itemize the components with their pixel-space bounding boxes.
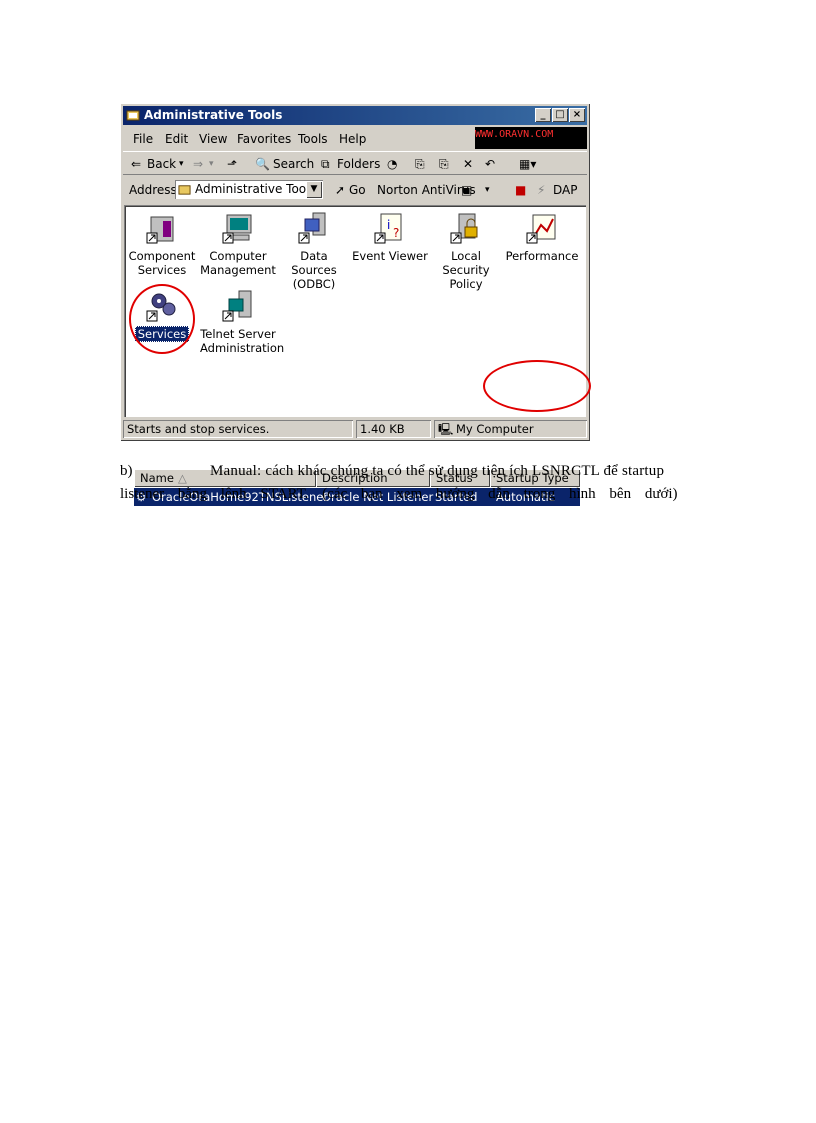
zone-label: My Computer	[456, 422, 534, 436]
my-computer-icon: 🖳	[438, 422, 454, 436]
data-sources-icon	[298, 212, 326, 244]
icon-label: Event Viewer	[352, 249, 428, 263]
minimize-button[interactable]: _	[535, 108, 551, 122]
history-icon[interactable]: ◔	[387, 157, 397, 171]
icon-label: Local Security Policy	[442, 249, 490, 291]
back-button[interactable]: Back	[147, 157, 176, 171]
data-sources-item[interactable]: Data Sources (ODBC)	[276, 211, 352, 291]
chevron-down-icon[interactable]: ▼	[306, 181, 322, 198]
go-arrow-icon: ➚	[335, 183, 346, 197]
status-zone-panel: 🖳 My Computer	[434, 420, 587, 438]
address-combo[interactable]: Administrative Tools ▼	[175, 180, 323, 199]
event-viewer-icon: i ?	[374, 213, 402, 244]
up-folder-icon[interactable]: ⬏	[227, 157, 237, 171]
paragraph-line-1: b) Manual: cách khác chúng ta có thể sử …	[120, 463, 720, 480]
maximize-button[interactable]: □	[552, 108, 568, 122]
menu-help[interactable]: Help	[339, 132, 366, 146]
views-icon[interactable]: ▦▾	[519, 157, 536, 171]
component-services-item[interactable]: Component Services	[124, 211, 200, 277]
menu-bar: File Edit View Favorites Tools Help WWW.…	[123, 127, 587, 149]
menu-view[interactable]: View	[199, 132, 227, 146]
window-title: Administrative Tools	[144, 108, 283, 122]
dap-button[interactable]: DAP	[553, 183, 577, 197]
status-bar: Starts and stop services. 1.40 KB 🖳 My C…	[123, 420, 587, 438]
highlight-circle-services	[129, 284, 195, 354]
icon-label: Telnet Server Administration	[200, 327, 285, 355]
menu-file[interactable]: File	[133, 132, 153, 146]
performance-item[interactable]: Performance	[504, 211, 580, 263]
telnet-server-icon	[222, 290, 252, 322]
component-services-icon	[146, 216, 174, 244]
performance-icon	[526, 214, 556, 244]
telnet-server-item[interactable]: Telnet Server Administration	[200, 289, 284, 355]
icon-label: Data Sources (ODBC)	[291, 249, 337, 291]
status-text-panel: Starts and stop services.	[123, 420, 353, 438]
norton-dropdown-icon[interactable]: ▾	[485, 185, 490, 195]
address-value: Administrative Tools	[195, 182, 316, 196]
menu-favorites[interactable]: Favorites	[237, 132, 291, 146]
back-dropdown-icon[interactable]: ▾	[179, 159, 184, 169]
delete-icon[interactable]: ✕	[463, 157, 473, 171]
title-bar[interactable]: Administrative Tools _ □ ×	[123, 106, 587, 125]
address-label: Address	[129, 183, 177, 197]
icon-label: Computer Management	[200, 249, 276, 277]
norton-icon[interactable]: ▣	[461, 183, 472, 197]
go-button[interactable]: Go	[349, 183, 366, 197]
undo-icon[interactable]: ↶	[485, 157, 495, 171]
menu-tools[interactable]: Tools	[298, 132, 328, 146]
address-bar: Address Administrative Tools ▼ ➚ Go Nort…	[123, 177, 587, 203]
svg-text:?: ?	[393, 226, 399, 240]
search-icon: 🔍	[255, 157, 270, 171]
watermark-text: WWW.ORAVN.COM	[475, 129, 554, 140]
computer-management-icon	[222, 214, 252, 244]
svg-text:i: i	[387, 218, 390, 232]
close-button[interactable]: ×	[569, 108, 585, 122]
icon-label: Performance	[505, 249, 579, 263]
status-size-panel: 1.40 KB	[356, 420, 431, 438]
menu-edit[interactable]: Edit	[165, 132, 188, 146]
windows-logo-throbber: WWW.ORAVN.COM	[475, 127, 587, 149]
paragraph-text: Manual: cách khác chúng ta có thể sử dụn…	[210, 463, 665, 479]
folders-button[interactable]: Folders	[337, 157, 380, 171]
icon-label: Component Services	[128, 249, 196, 277]
folders-icon: ⧉	[321, 157, 330, 171]
highlight-circle-startup-type	[483, 360, 591, 412]
local-security-policy-item[interactable]: Local Security Policy	[428, 211, 504, 291]
forward-button[interactable]: ⇒	[193, 157, 203, 171]
local-security-policy-icon	[450, 213, 478, 244]
event-viewer-item[interactable]: i ? Event Viewer	[352, 211, 428, 263]
standard-toolbar: ⇐ Back ▾ ⇒ ▾ ⬏ 🔍 Search ⧉ Folders ◔ ⎘ ⎘ …	[123, 151, 587, 175]
list-marker: b)	[120, 463, 133, 479]
folder-tools-icon	[178, 185, 191, 195]
search-button[interactable]: Search	[273, 157, 314, 171]
move-to-icon[interactable]: ⎘	[415, 157, 425, 172]
paragraph-line-2: listener bằng lệnh START. (các bạn xem h…	[120, 486, 678, 502]
copy-to-icon[interactable]: ⎘	[439, 157, 449, 172]
forward-dropdown-icon[interactable]: ▾	[209, 159, 214, 169]
back-arrow-icon: ⇐	[131, 157, 142, 171]
folder-tools-icon	[126, 110, 140, 121]
lightning-icon: ⚡	[537, 183, 546, 197]
gift-icon[interactable]: ■	[515, 183, 526, 197]
computer-management-item[interactable]: Computer Management	[200, 211, 276, 277]
